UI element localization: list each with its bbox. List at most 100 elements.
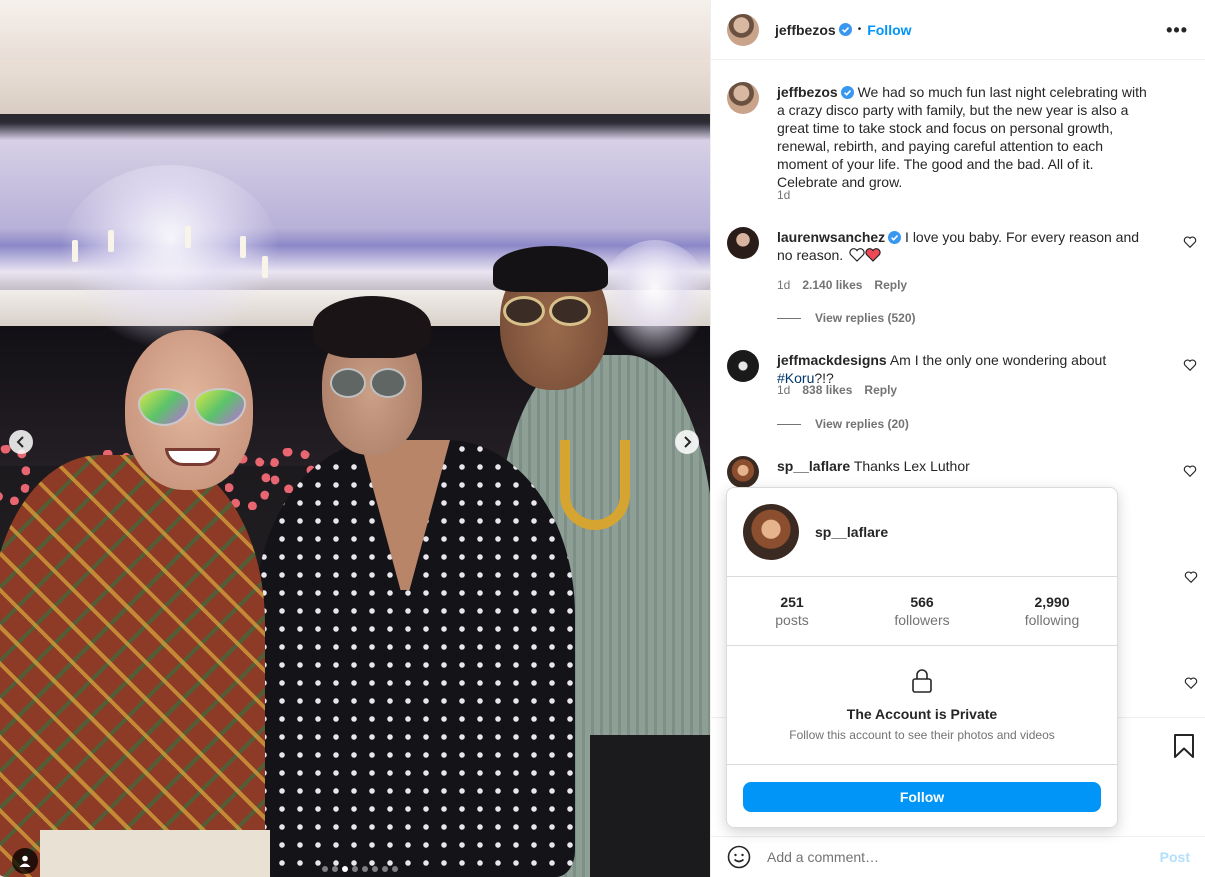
replies-divider [777,423,801,425]
tagged-users-button[interactable] [12,848,38,874]
comment-input[interactable] [767,849,1160,865]
person-middle-sunglasses [330,368,406,398]
chandelier [60,165,280,350]
person-icon [19,855,31,867]
comment-text: jeffmackdesigns Am I the only one wonder… [777,351,1157,387]
like-comment-heart-icon[interactable] [1183,464,1197,478]
comment-time: 1d [777,278,791,292]
view-replies-button[interactable]: View replies (20) [777,417,909,431]
instagram-post-dialog: jeffbezos • Follow ••• jeffbezos We had … [0,0,1205,877]
add-comment-bar: Post [711,836,1205,877]
private-account-notice: The Account is Private Follow this accou… [727,646,1117,765]
author-avatar[interactable] [727,13,759,46]
ceiling [0,0,710,60]
stat-posts: 251 posts [727,577,857,645]
chevron-left-icon [16,436,24,448]
stat-followers: 566 followers [857,577,987,645]
carousel-prev-button[interactable] [9,430,33,454]
carousel-dot [372,866,378,872]
white-heart-emoji-icon [849,248,865,262]
header-separator: • [857,24,862,35]
like-comment-heart-icon[interactable] [1183,235,1197,249]
profile-stats: 251 posts 566 followers 2,990 following [727,577,1117,646]
candle [240,236,246,258]
like-comment-heart-icon[interactable] [1183,358,1197,372]
replies-divider [777,317,801,319]
commenter-avatar[interactable] [727,456,759,488]
candle [185,226,191,248]
caption-time: 1d [777,188,791,202]
caption-meta: 1d [777,188,790,202]
comment-text: sp__laflare Thanks Lex Luthor [777,457,1157,475]
commenter-avatar[interactable] [727,350,759,382]
person-left-heart-sunglasses [138,388,246,426]
comment-likes[interactable]: 838 likes [802,383,852,397]
chevron-right-icon [684,436,692,448]
post-header: jeffbezos • Follow ••• [711,0,1205,60]
comment-likes[interactable]: 2.140 likes [802,278,862,292]
comment-body-start: Am I the only one wondering about [889,352,1107,368]
hover-card-username[interactable]: sp__laflare [815,524,888,540]
comment-username[interactable]: sp__laflare [777,458,850,474]
carousel-dot [362,866,368,872]
hover-card-avatar[interactable] [743,504,799,560]
carousel-indicator [322,866,398,872]
stat-value: 251 [780,594,804,610]
carousel-dot [322,866,328,872]
private-subtitle: Follow this account to see their photos … [789,728,1055,742]
chandelier [600,240,710,360]
hover-card-header: sp__laflare [727,488,1117,577]
stat-value: 2,990 [1034,594,1070,610]
candle [72,240,78,262]
candle [262,256,268,278]
like-comment-heart-icon[interactable] [1184,676,1198,690]
view-replies-label: View replies (520) [815,311,916,325]
like-comment-heart-icon[interactable] [1184,570,1198,584]
comment-username[interactable]: jeffmackdesigns [777,352,887,368]
carousel-next-button[interactable] [675,430,699,454]
view-replies-button[interactable]: View replies (520) [777,311,916,325]
verified-badge-icon [888,231,902,244]
stat-value: 566 [910,594,934,610]
neon-sign [0,445,30,505]
person-right-sunglasses [503,296,591,326]
carousel-dot [342,866,348,872]
post-photo[interactable] [0,0,710,877]
comment-time: 1d [777,383,791,397]
comment-body: Thanks Lex Luthor [853,458,970,474]
follow-author-button[interactable]: Follow [867,22,911,38]
post-comment-button[interactable]: Post [1160,849,1190,865]
author-username[interactable]: jeffbezos [775,22,836,38]
hover-card-follow-button[interactable]: Follow [743,782,1101,812]
view-replies-label: View replies (20) [815,417,909,431]
profile-hover-card: sp__laflare 251 posts 566 followers 2,99… [726,487,1118,828]
person-right-pants [590,735,710,877]
carousel-dot [382,866,388,872]
candle [108,230,114,252]
private-title: The Account is Private [846,706,998,722]
verified-badge-icon [838,23,852,36]
caption-avatar[interactable] [727,82,759,114]
caption-text: jeffbezos We had so much fun last night … [777,83,1157,191]
lock-icon [912,669,932,693]
stat-label: following [1024,612,1080,628]
comment-meta: 1d 2.140 likes Reply [777,278,907,292]
reply-button[interactable]: Reply [874,278,907,292]
ceiling-trim [0,114,710,122]
carousel-dot [352,866,358,872]
commenter-avatar[interactable] [727,227,759,259]
emoji-icon[interactable] [727,845,751,869]
bookmark-icon[interactable] [1173,734,1195,758]
stat-following: 2,990 following [987,577,1117,645]
person-left-pants [40,830,270,877]
carousel-dot [392,866,398,872]
carousel-dot [332,866,338,872]
comment-username[interactable]: laurenwsanchez [777,229,885,245]
person-left-shirt [0,455,265,877]
stat-label: posts [775,612,809,628]
more-options-icon[interactable]: ••• [1166,20,1188,41]
caption-username[interactable]: jeffbezos [777,84,838,100]
gold-chain [560,440,630,530]
person-right-hair [493,246,608,292]
reply-button[interactable]: Reply [864,383,897,397]
